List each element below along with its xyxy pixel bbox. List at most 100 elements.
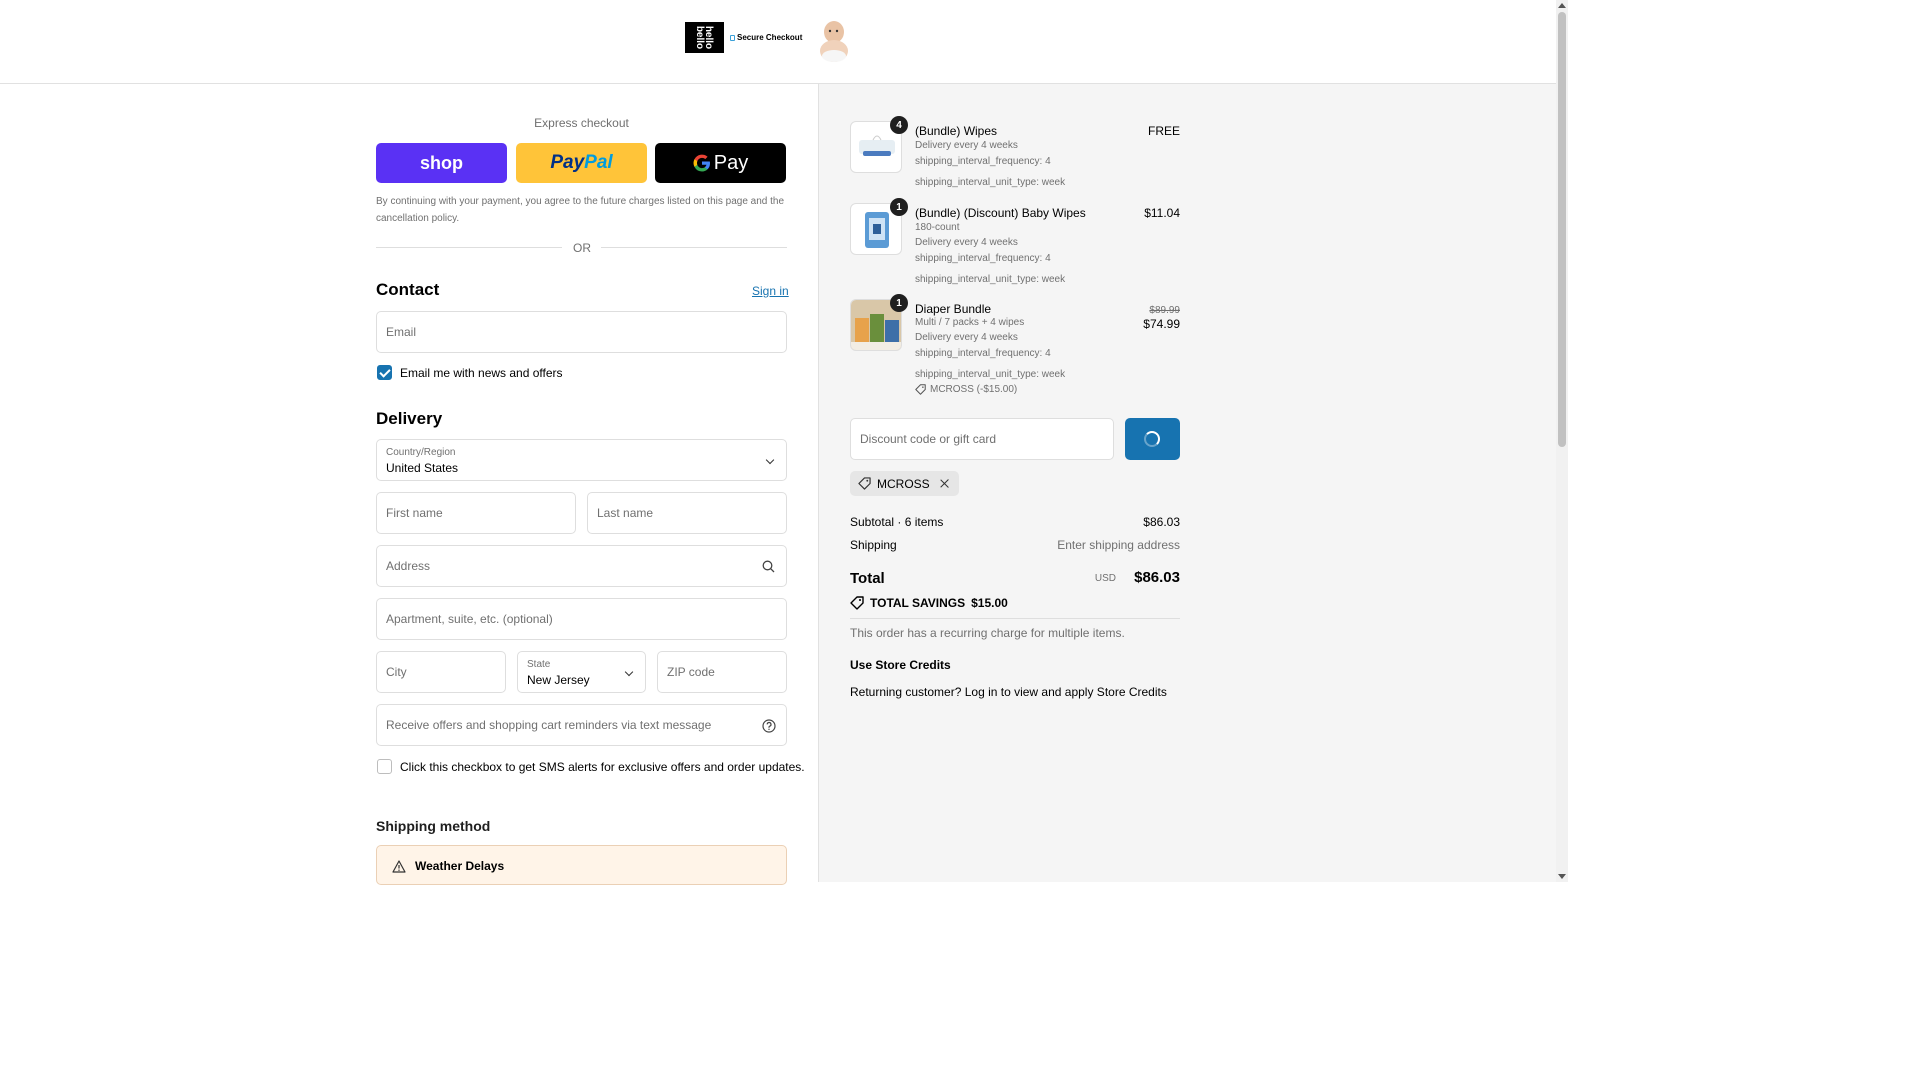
cart-item: 1 (Bundle) (Discount) Baby Wipes $11.04 … [850,198,1180,288]
weather-delay-notice: Weather Delays [376,845,787,885]
item-detail: shipping_interval_unit_type: week [915,274,1066,285]
item-name: (Bundle) Wipes [915,124,998,138]
tag-icon [915,384,926,395]
chevron-down-icon [624,667,634,677]
scrollbar-thumb[interactable] [1558,12,1566,447]
shipping-value: Enter shipping address [1057,538,1180,552]
item-detail: Delivery every 4 weeks [915,332,1018,343]
email-placeholder: Email [386,325,417,339]
tag-icon [858,477,871,490]
lock-icon [730,34,735,41]
news-offers-checkbox[interactable] [377,365,392,380]
discount-code-field[interactable]: Discount code or gift card [850,418,1114,460]
contact-heading: Contact [376,280,440,299]
total-label: Total [850,570,885,587]
item-original-price: $89.99 [1149,305,1180,316]
item-detail: 180-count [915,222,960,233]
weather-delay-title: Weather Delays [415,859,505,873]
zip-field[interactable]: ZIP code [657,651,787,693]
google-pay-button[interactable]: Pay [655,143,786,183]
shop-pay-button[interactable]: shop [376,143,507,183]
scroll-down-arrow-icon[interactable] [1558,874,1566,879]
state-value: New Jersey [527,673,590,687]
state-select[interactable]: State New Jersey [517,651,646,693]
discount-placeholder: Discount code or gift card [860,432,997,446]
apply-discount-button[interactable] [1125,418,1180,460]
item-detail: shipping_interval_unit_type: week [915,369,1066,380]
item-detail: Delivery every 4 weeks [915,237,1018,248]
email-field[interactable]: Email [376,311,787,353]
checkout-header: hello bello Secure Checkout [0,0,1556,84]
item-discount: MCROSS (-$15.00) [915,384,1017,395]
country-select[interactable]: Country/Region United States [376,439,787,481]
chevron-down-icon [765,455,775,465]
apartment-field[interactable]: Apartment, suite, etc. (optional) [376,598,787,640]
country-label: Country/Region [386,447,456,458]
cart-item: 1 Diaper Bundle $89.99 $74.99 Multi / 7 … [850,294,1180,399]
google-g-icon [693,154,710,172]
item-detail: shipping_interval_unit_type: week [915,177,1066,188]
tag-icon [850,596,864,610]
total-value: $86.03 [1134,569,1180,586]
country-value: United States [386,461,459,475]
remove-discount-icon[interactable] [940,479,949,488]
item-price: FREE [1147,124,1180,138]
applied-code-label: MCROSS [877,476,930,491]
baby-mascot-image [820,21,848,62]
address-placeholder: Address [386,559,431,573]
store-credits-text[interactable]: Returning customer? Log in to view and a… [850,685,1167,699]
shipping-row: Shipping Enter shipping address [850,538,1180,552]
item-price: $74.99 [1143,317,1180,331]
sign-in-link[interactable]: Sign in [752,284,789,298]
cart-item: 4 (Bundle) Wipes FREE Delivery every 4 w… [850,116,1180,191]
warning-icon [392,860,406,873]
loading-spinner-icon [1144,431,1160,447]
item-name: (Bundle) (Discount) Baby Wipes [915,206,1086,220]
subtotal-label: Subtotal · 6 items [850,515,944,529]
city-field[interactable]: City [376,651,506,693]
recurring-charge-note: This order has a recurring charge for mu… [850,626,1125,640]
express-legal-text: By continuing with your payment, you agr… [376,196,785,224]
sms-phone-field[interactable]: Receive offers and shopping cart reminde… [376,704,787,746]
sms-alerts-checkbox[interactable] [377,759,392,774]
sms-placeholder: Receive offers and shopping cart reminde… [386,718,712,732]
zip-placeholder: ZIP code [667,665,715,679]
item-detail: shipping_interval_frequency: 4 [915,348,1051,359]
store-credits-heading: Use Store Credits [850,658,951,672]
delivery-heading: Delivery [376,409,443,428]
applied-discount-chip: MCROSS [850,471,959,496]
last-name-field[interactable]: Last name [587,492,787,534]
subtotal-row: Subtotal · 6 items $86.03 [850,515,1180,529]
apartment-placeholder: Apartment, suite, etc. (optional) [386,612,553,626]
total-row: Total USD $86.03 [850,569,1180,592]
address-field[interactable]: Address [376,545,787,587]
item-detail: Multi / 7 packs + 4 wipes [915,317,1025,328]
page-scrollbar[interactable] [1556,0,1568,882]
first-name-placeholder: First name [386,506,443,520]
help-icon[interactable] [762,719,776,733]
first-name-field[interactable]: First name [376,492,576,534]
item-detail: shipping_interval_frequency: 4 [915,253,1051,264]
shipping-label: Shipping [850,538,897,552]
quantity-badge: 1 [890,294,908,312]
item-price: $11.04 [1144,206,1180,220]
item-detail: Delivery every 4 weeks [915,140,1018,151]
subtotal-value: $86.03 [1143,515,1180,529]
city-placeholder: City [386,665,407,679]
currency-code: USD [1094,573,1116,584]
last-name-placeholder: Last name [597,506,654,520]
hello-bello-logo: hello bello [685,22,724,53]
brand-logo[interactable]: hello bello Secure Checkout [685,18,802,57]
express-checkout-title: Express checkout [534,116,629,130]
quantity-badge: 4 [890,116,908,134]
quantity-badge: 1 [890,198,908,216]
or-label: OR [573,241,591,255]
summary-divider [850,618,1180,619]
item-name: Diaper Bundle [915,302,992,316]
savings-value: $15.00 [971,596,1008,610]
paypal-button[interactable]: Pay Pal [516,143,647,183]
sms-alerts-label: Click this checkbox to get SMS alerts fo… [400,760,805,774]
savings-label: TOTAL SAVINGS [870,596,966,610]
scroll-up-arrow-icon[interactable] [1558,3,1566,8]
item-detail: shipping_interval_frequency: 4 [915,156,1051,167]
